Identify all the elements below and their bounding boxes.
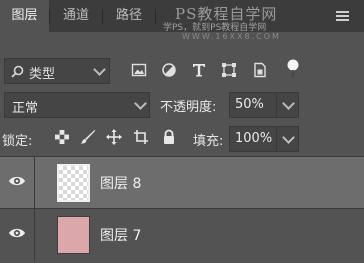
filter-kind-select[interactable]: 类型 (4, 58, 110, 84)
layers-list: 图层 8 图层 7 (0, 156, 364, 263)
layer-thumbnail-solid[interactable] (57, 216, 90, 254)
chevron-down-icon (93, 63, 106, 76)
lock-transparent-pixels-icon[interactable] (54, 129, 70, 145)
image-filter-icon[interactable] (131, 62, 147, 78)
field-divider (276, 127, 277, 151)
visibility-column-divider (34, 209, 35, 261)
tab-paths[interactable]: 路径 (103, 0, 155, 32)
lock-image-pixels-icon[interactable] (80, 129, 96, 145)
field-divider (276, 93, 277, 117)
layer-name[interactable]: 图层 7 (100, 225, 141, 245)
search-icon (11, 65, 24, 78)
lock-all-icon[interactable] (161, 129, 177, 145)
smart-object-filter-icon[interactable] (252, 62, 268, 78)
lock-label: 锁定: (2, 134, 33, 149)
tab-layers[interactable]: 图层 (0, 0, 49, 32)
chevron-down-icon[interactable] (282, 97, 295, 110)
tab-channels[interactable]: 通道 (50, 0, 102, 32)
blend-mode-select[interactable]: 正常 (4, 92, 150, 118)
layer-name[interactable]: 图层 8 (100, 173, 141, 193)
chevron-down-icon[interactable] (282, 131, 295, 144)
filter-kind-label: 类型 (29, 67, 56, 82)
watermark-url: WWW.16XX8.COM (182, 32, 281, 41)
lock-artboard-icon[interactable] (133, 129, 149, 145)
tab-divider (155, 9, 156, 24)
blend-mode-value: 正常 (12, 101, 39, 116)
visibility-eye-icon[interactable] (8, 174, 26, 188)
chevron-down-icon (134, 97, 147, 110)
adjustment-filter-icon[interactable] (161, 62, 177, 78)
fill-value[interactable]: 100% (235, 131, 272, 146)
layer-row-8[interactable]: 图层 8 (0, 156, 364, 209)
opacity-value[interactable]: 50% (235, 97, 264, 112)
opacity-field[interactable]: 50% (229, 92, 299, 118)
type-filter-icon[interactable] (191, 62, 207, 78)
lock-position-icon[interactable] (106, 129, 122, 145)
visibility-eye-icon[interactable] (8, 226, 26, 240)
filter-toggle-icon[interactable] (285, 59, 301, 79)
fill-field[interactable]: 100% (229, 126, 299, 152)
layer-thumbnail-transparent[interactable] (57, 164, 90, 202)
visibility-column-divider (34, 157, 35, 209)
shape-filter-icon[interactable] (221, 62, 237, 78)
opacity-label: 不透明度: (160, 100, 217, 115)
layer-row-7[interactable]: 图层 7 (0, 208, 364, 261)
fill-label: 填充: (193, 134, 224, 149)
